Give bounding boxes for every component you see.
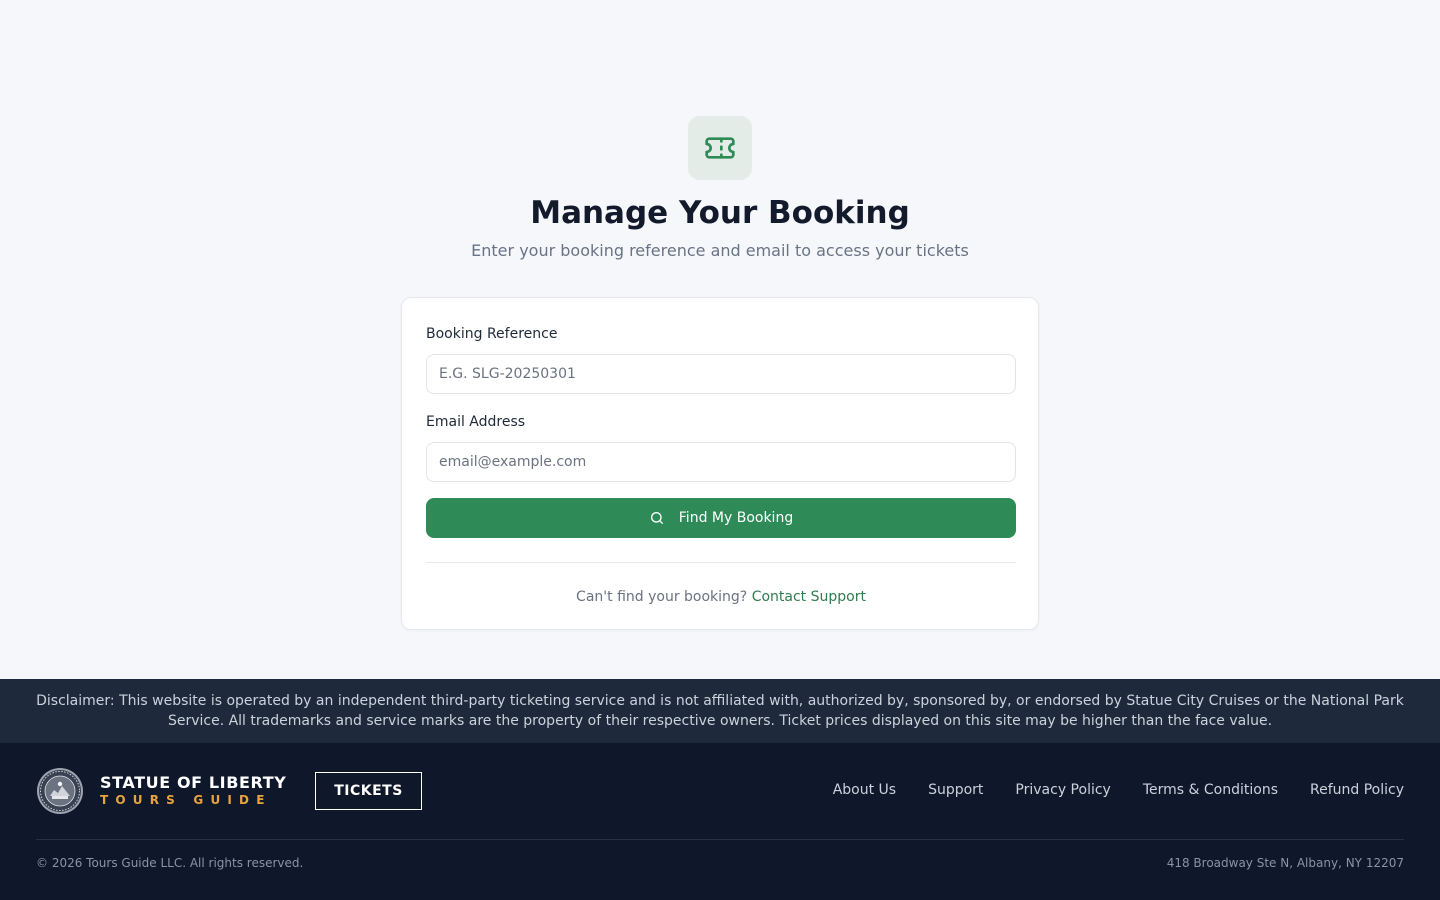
copyright-text: © 2026 Tours Guide LLC. All rights reser… [36, 856, 304, 870]
disclaimer-banner: Disclaimer: This website is operated by … [0, 679, 1440, 743]
footer-divider [36, 839, 1404, 840]
main-content: Manage Your Booking Enter your booking r… [0, 0, 1440, 679]
tickets-button[interactable]: TICKETS [315, 772, 422, 810]
footer-link-about-us[interactable]: About Us [833, 781, 896, 799]
ticket-badge [688, 116, 752, 180]
find-my-booking-label: Find My Booking [678, 510, 794, 526]
ticket-icon [705, 137, 735, 159]
footer-link-privacy-policy[interactable]: Privacy Policy [1015, 781, 1110, 799]
statue-seal-logo-icon[interactable] [36, 767, 84, 815]
address-text: 418 Broadway Ste N, Albany, NY 12207 [1166, 856, 1404, 870]
booking-reference-label: Booking Reference [426, 326, 558, 342]
contact-support-link[interactable]: Contact Support [752, 589, 866, 605]
footer-link-terms-conditions[interactable]: Terms & Conditions [1143, 781, 1278, 799]
disclaimer-text: Disclaimer: This website is operated by … [36, 693, 1404, 729]
brand-subtitle: TOURS GUIDE [100, 793, 272, 807]
site-footer: STATUE OF LIBERTY TOURS GUIDE TICKETS Ab… [0, 743, 1440, 900]
email-address-input[interactable] [426, 442, 1016, 482]
page-title: Manage Your Booking [530, 195, 910, 231]
email-address-label: Email Address [426, 414, 526, 430]
card-divider [426, 562, 1016, 563]
footer-nav: About Us Support Privacy Policy Terms & … [833, 781, 1404, 799]
booking-lookup-card: Booking Reference Email Address Find My … [401, 297, 1039, 630]
page-subtitle: Enter your booking reference and email t… [471, 241, 969, 260]
search-icon [650, 512, 663, 524]
find-my-booking-button[interactable]: Find My Booking [426, 498, 1016, 538]
support-prompt: Can't find your booking? [576, 589, 748, 605]
brand-title: STATUE OF LIBERTY [100, 773, 287, 792]
support-line: Can't find your booking? Contact Support [402, 588, 1040, 606]
footer-link-support[interactable]: Support [928, 781, 983, 799]
footer-link-refund-policy[interactable]: Refund Policy [1310, 781, 1404, 799]
booking-reference-input[interactable] [426, 354, 1016, 394]
